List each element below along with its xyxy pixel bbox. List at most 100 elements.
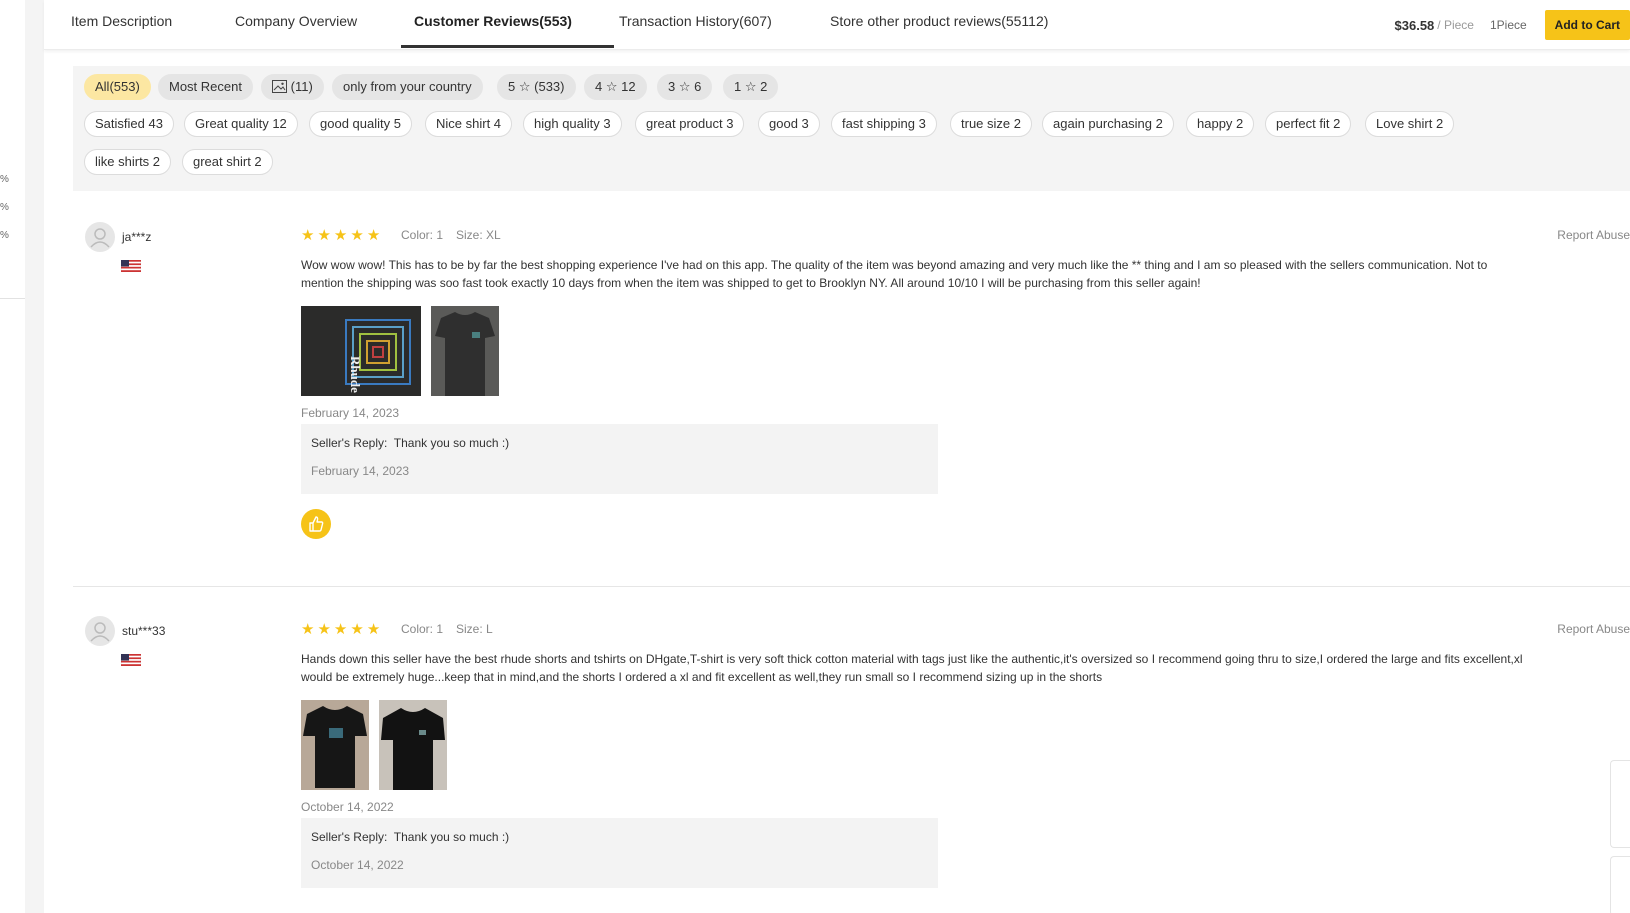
- star-icon: ★: [350, 621, 364, 638]
- star-outline-icon: ☆: [678, 79, 691, 94]
- tag-chip[interactable]: happy 2: [1186, 111, 1255, 137]
- divider: [0, 298, 25, 299]
- tshirt-photo: [379, 700, 447, 790]
- tag-chip[interactable]: great product 3: [635, 111, 745, 137]
- filter-country[interactable]: only from your country: [332, 74, 483, 100]
- star-icon: ★: [317, 227, 331, 244]
- review-photo[interactable]: [379, 700, 447, 790]
- review-date: October 14, 2022: [301, 800, 394, 814]
- tab-transaction-history[interactable]: Transaction History(607): [619, 0, 772, 50]
- tag-chip[interactable]: good 3: [758, 111, 820, 137]
- tshirt-print-photo: Rhude: [301, 306, 421, 396]
- price: $36.58: [1394, 17, 1435, 33]
- seller-reply-text: Seller's Reply: Thank you so much :): [311, 436, 509, 450]
- filter-all[interactable]: All(553): [84, 74, 151, 100]
- seller-reply: Seller's Reply: Thank you so much :) Feb…: [301, 424, 938, 494]
- tag-chip[interactable]: fast shipping 3: [831, 111, 937, 137]
- us-flag-icon: [121, 654, 141, 666]
- tag-chip[interactable]: perfect fit 2: [1265, 111, 1352, 137]
- seller-reply-label: Seller's Reply:: [311, 436, 388, 450]
- price-unit: / Piece: [1437, 18, 1474, 32]
- reviewer-name: ja***z: [122, 230, 152, 244]
- quantity: 1Piece: [1489, 18, 1527, 32]
- review-text: Hands down this seller have the best rhu…: [301, 652, 1523, 684]
- reviews-panel: Item Description Company Overview Custom…: [44, 0, 1630, 913]
- tshirt-photo: [301, 700, 369, 790]
- seller-reply-message: Thank you so much :): [393, 436, 510, 450]
- seller-reply: Seller's Reply: Thank you so much :) Oct…: [301, 818, 938, 888]
- size-attribute: Size: XL: [456, 228, 501, 242]
- us-flag-icon: [121, 260, 141, 272]
- star-icon: ★: [366, 621, 381, 638]
- tag-chip[interactable]: high quality 3: [523, 111, 622, 137]
- seller-reply-text: Seller's Reply: Thank you so much :): [311, 830, 509, 844]
- star-outline-icon: ☆: [744, 79, 757, 94]
- review-item: stu***33 ★ ★ ★ ★ ★ Color: 1 Size: L Report A…: [73, 612, 1630, 913]
- tag-chip[interactable]: good quality 5: [309, 111, 412, 137]
- seller-reply-label: Seller's Reply:: [311, 830, 388, 844]
- helpful-button[interactable]: [301, 509, 331, 539]
- tag-chip[interactable]: great shirt 2: [182, 149, 273, 175]
- star-count: 4: [595, 79, 603, 94]
- star-icon: ★: [333, 621, 348, 638]
- seller-reply-message: Thank you so much :): [393, 830, 510, 844]
- tag-chip[interactable]: Love shirt 2: [1365, 111, 1455, 137]
- review-photo[interactable]: [431, 306, 499, 396]
- tag-chip[interactable]: Satisfied 43: [84, 111, 174, 137]
- user-icon: [90, 622, 110, 642]
- percent-mark: %: [0, 230, 9, 241]
- left-side-strip: % % %: [0, 0, 25, 913]
- star-icon: ★: [350, 227, 364, 244]
- tag-chip[interactable]: again purchasing 2: [1042, 111, 1174, 137]
- tab-item-description[interactable]: Item Description: [71, 0, 172, 50]
- floating-side-widget[interactable]: [1610, 856, 1630, 913]
- review-divider: [73, 586, 1630, 587]
- user-icon: [90, 228, 110, 248]
- tag-chip[interactable]: Nice shirt 4: [425, 111, 513, 137]
- star-count: 3: [668, 79, 676, 94]
- floating-side-widget[interactable]: [1610, 760, 1630, 848]
- review-count: 6: [694, 79, 702, 94]
- star-outline-icon: ☆: [518, 79, 531, 94]
- add-to-cart-button[interactable]: Add to Cart: [1544, 10, 1630, 40]
- avatar: [85, 616, 115, 646]
- thumbs-up-icon: [309, 516, 324, 532]
- star-icon: ★: [301, 227, 315, 244]
- tab-company-overview[interactable]: Company Overview: [235, 0, 357, 50]
- seller-reply-date: February 14, 2023: [311, 464, 410, 478]
- tab-customer-reviews[interactable]: Customer Reviews(553): [414, 0, 572, 50]
- avatar: [85, 222, 115, 252]
- filter-with-photos[interactable]: (11): [261, 74, 324, 100]
- percent-mark: %: [0, 174, 9, 185]
- filter-1-star[interactable]: 1 ☆ 2: [723, 74, 779, 100]
- report-abuse-link[interactable]: Report Abuse: [1557, 622, 1630, 636]
- percent-mark: %: [0, 202, 9, 213]
- review-photo[interactable]: Rhude: [301, 306, 421, 396]
- filter-photo-count: (11): [290, 79, 313, 94]
- shirt-print-text: Rhude: [348, 356, 363, 393]
- review-item: ja***z ★ ★ ★ ★ ★ Color: 1 Size: XL Report Ab…: [73, 218, 1630, 578]
- review-date: February 14, 2023: [301, 406, 400, 420]
- review-photo[interactable]: [301, 700, 369, 790]
- review-count: (533): [534, 79, 565, 94]
- tag-chip[interactable]: true size 2: [950, 111, 1032, 137]
- filter-5-star[interactable]: 5 ☆ (533): [497, 74, 576, 100]
- seller-reply-date: October 14, 2022: [311, 858, 404, 872]
- star-outline-icon: ☆: [605, 79, 618, 94]
- star-icon: ★: [301, 621, 315, 638]
- rating-stars: ★ ★ ★ ★ ★: [301, 228, 380, 243]
- tab-store-other-reviews[interactable]: Store other product reviews(55112): [830, 0, 1048, 50]
- tag-chip[interactable]: Great quality 12: [184, 111, 298, 137]
- filter-4-star[interactable]: 4 ☆ 12: [584, 74, 647, 100]
- filter-most-recent[interactable]: Most Recent: [158, 74, 253, 100]
- image-icon: [272, 80, 287, 93]
- reviewer-name: stu***33: [122, 624, 166, 638]
- tag-chip[interactable]: like shirts 2: [84, 149, 172, 175]
- report-abuse-link[interactable]: Report Abuse: [1557, 228, 1630, 242]
- review-count: 12: [621, 79, 636, 94]
- review-filters: All(553) Most Recent (11) only from your…: [73, 66, 1630, 191]
- rating-stars: ★ ★ ★ ★ ★: [301, 622, 380, 637]
- review-text: Wow wow wow! This has to be by far the b…: [301, 258, 1488, 290]
- filter-3-star[interactable]: 3 ☆ 6: [657, 74, 713, 100]
- star-count: 5: [508, 79, 516, 94]
